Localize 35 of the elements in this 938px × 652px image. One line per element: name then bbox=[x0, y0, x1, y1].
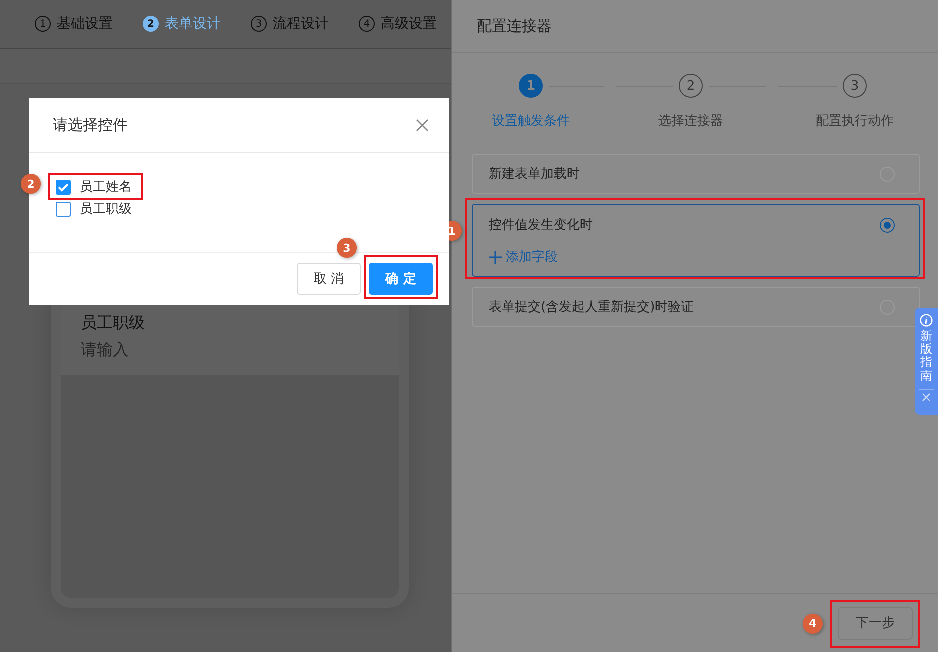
checkbox-option[interactable]: 员工职级 bbox=[56, 200, 132, 218]
cancel-button[interactable]: 取 消 bbox=[297, 263, 361, 295]
step-badge: 2 bbox=[21, 174, 41, 194]
guide-label: 新版指南 bbox=[920, 330, 932, 383]
guide-tab[interactable]: 新版指南 bbox=[915, 308, 938, 415]
checkbox[interactable] bbox=[56, 180, 71, 194]
step-number: 1 bbox=[519, 74, 543, 98]
panel-title: 配置连接器 bbox=[477, 16, 552, 36]
step-number: 3 bbox=[843, 74, 867, 98]
close-icon[interactable] bbox=[416, 118, 429, 132]
checkbox[interactable] bbox=[56, 202, 71, 216]
wizard-step[interactable]: 3 流程设计 bbox=[251, 15, 329, 33]
step-label: 设置触发条件 bbox=[492, 113, 570, 130]
wizard-step[interactable]: 2 表单设计 bbox=[143, 15, 221, 33]
field-label: 员工职级 bbox=[81, 313, 146, 334]
step-label: 选择连接器 bbox=[658, 113, 724, 130]
trigger-option[interactable]: 新建表单加载时 bbox=[472, 154, 920, 194]
trigger-option[interactable]: 表单提交(含发起人重新提交)时验证 bbox=[472, 287, 920, 327]
plus-icon bbox=[489, 250, 502, 264]
step-badge: 4 bbox=[803, 614, 823, 634]
confirm-button[interactable]: 确 定 bbox=[369, 263, 433, 295]
trigger-label: 表单提交(含发起人重新提交)时验证 bbox=[489, 299, 694, 316]
dialog-title: 请选择控件 bbox=[53, 116, 128, 134]
trigger-option[interactable]: 控件值发生变化时 添加字段 bbox=[472, 204, 920, 277]
field-placeholder: 请输入 bbox=[81, 340, 130, 361]
add-field-link[interactable]: 添加字段 bbox=[489, 248, 558, 266]
step-number: 2 bbox=[679, 74, 703, 98]
step-label: 配置执行动作 bbox=[816, 113, 894, 130]
info-icon bbox=[920, 314, 933, 327]
wizard-step[interactable]: 1 基础设置 bbox=[35, 15, 113, 33]
trigger-label: 控件值发生变化时 bbox=[489, 217, 593, 234]
wizard-step[interactable]: 4 高级设置 bbox=[359, 15, 437, 33]
radio-button[interactable] bbox=[880, 218, 895, 232]
step-badge: 3 bbox=[337, 238, 357, 258]
trigger-label: 新建表单加载时 bbox=[489, 166, 580, 183]
